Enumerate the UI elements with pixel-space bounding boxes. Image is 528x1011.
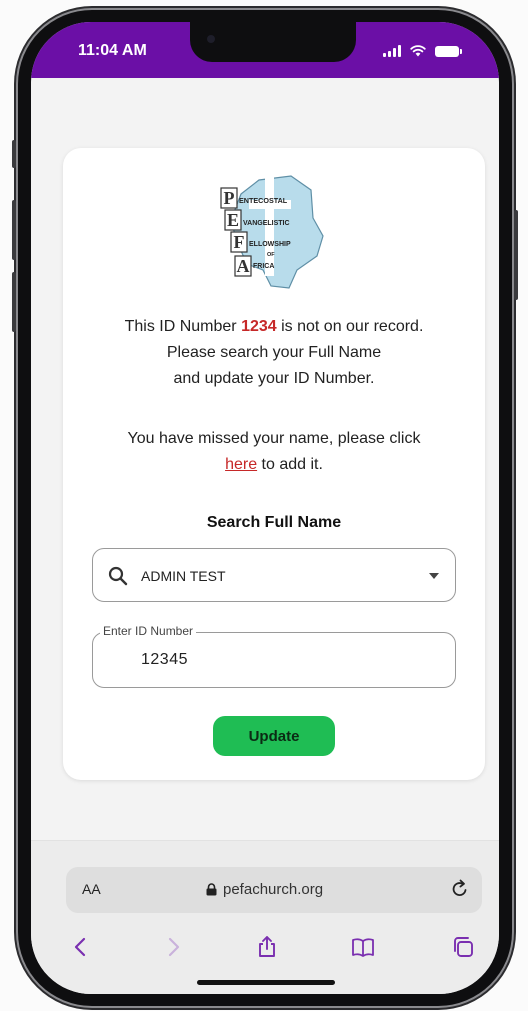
side-button [514, 210, 518, 300]
browser-toolbar [31, 929, 499, 965]
id-number-field[interactable]: Enter ID Number 12345 [92, 624, 456, 688]
wifi-icon [410, 45, 426, 57]
update-id-card: P ENTECOSTAL E VANGELISTIC F ELLOWSHIP O… [63, 148, 485, 780]
notice-suffix: is not on our record. [276, 318, 424, 335]
lock-icon [206, 883, 217, 896]
id-number-label: Enter ID Number [100, 624, 197, 638]
text-size-button[interactable]: AA [82, 881, 101, 897]
side-button [12, 140, 16, 168]
pefa-logo: P ENTECOSTAL E VANGELISTIC F ELLOWSHIP O… [220, 175, 324, 289]
svg-text:P: P [224, 188, 235, 208]
notice-text: This ID Number 1234 is not on our record… [63, 314, 485, 392]
missed-suffix: to add it. [257, 456, 323, 473]
missed-line-1: You have missed your name, please click [127, 430, 421, 447]
search-icon [108, 566, 128, 586]
side-button [12, 200, 16, 260]
address-bar[interactable]: AA pefachurch.org [66, 867, 482, 913]
logo-line: ELLOWSHIP [249, 241, 291, 248]
side-button [12, 272, 16, 332]
missed-name-text: You have missed your name, please click … [63, 426, 485, 478]
signal-icon [383, 45, 401, 57]
status-icons [383, 44, 462, 57]
browser-bottom-bar: AA pefachurch.org [31, 840, 499, 994]
svg-text:A: A [237, 256, 250, 276]
full-name-search-select[interactable]: ADMIN TEST [92, 548, 456, 602]
logo-line: VANGELISTIC [243, 220, 290, 227]
status-bar: 11:04 AM [31, 22, 499, 78]
share-icon[interactable] [255, 935, 279, 959]
status-time: 11:04 AM [78, 42, 147, 59]
logo-line: ENTECOSTAL [239, 196, 288, 205]
back-icon[interactable] [69, 935, 93, 959]
phone-screen: 11:04 AM P ENTECOSTAL E VANGELISTIC F EL… [31, 22, 499, 994]
id-number-value[interactable]: 12345 [141, 651, 188, 669]
add-name-link[interactable]: here [225, 456, 257, 473]
notch [190, 22, 356, 62]
update-button[interactable]: Update [213, 716, 335, 756]
chevron-down-icon[interactable] [429, 573, 439, 579]
missing-id-number: 1234 [241, 318, 277, 335]
logo-line: FRICA [253, 263, 274, 270]
home-indicator[interactable] [197, 980, 335, 985]
svg-text:F: F [234, 232, 245, 252]
url-text: pefachurch.org [223, 881, 324, 898]
front-camera [207, 35, 215, 43]
forward-icon[interactable] [161, 935, 185, 959]
notice-prefix: This ID Number [124, 318, 242, 335]
tabs-icon[interactable] [451, 935, 475, 959]
svg-text:E: E [227, 210, 239, 230]
search-value: ADMIN TEST [141, 568, 226, 584]
logo-line: OF [267, 252, 275, 258]
notice-line-2: Please search your Full Name [166, 344, 382, 361]
url-display[interactable]: pefachurch.org [206, 881, 323, 898]
notice-line-3: and update your ID Number. [173, 370, 375, 387]
search-title: Search Full Name [206, 514, 342, 531]
bookmarks-icon[interactable] [351, 935, 375, 959]
battery-icon [435, 46, 462, 57]
reload-icon[interactable] [450, 879, 470, 899]
